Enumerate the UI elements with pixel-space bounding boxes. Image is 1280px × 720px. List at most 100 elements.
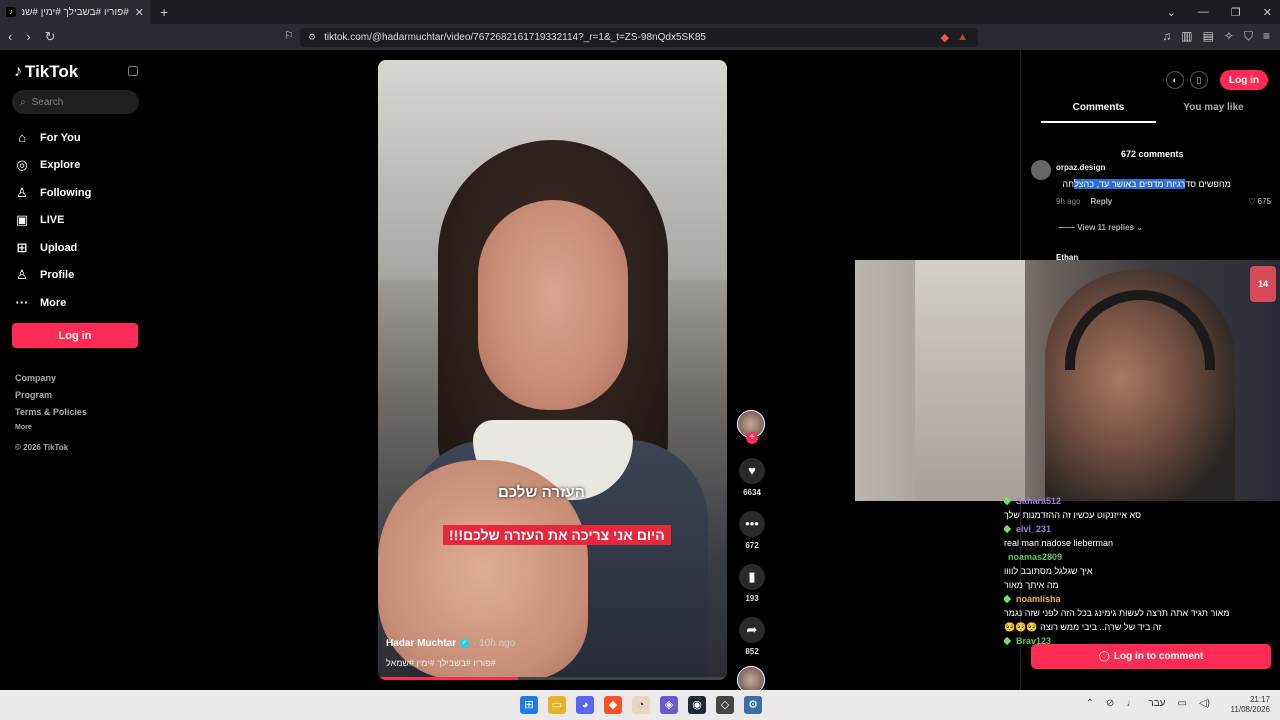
sidebar-item-explore[interactable]: ◎ Explore xyxy=(14,152,91,180)
sidebar-item-for-you[interactable]: ⌂ For You xyxy=(14,124,91,152)
video-hashtags[interactable]: #פוריו #בשבילך #ימין #שמאל xyxy=(386,658,496,668)
tab-list-icon[interactable]: ⌄ xyxy=(1167,6,1176,19)
video-player[interactable]: העזרה שלכם היום אני צריכה את העזרה שלכם!… xyxy=(378,60,727,680)
sidebar-login-button[interactable]: Log in xyxy=(12,323,138,348)
tab-you-may-like[interactable]: You may like xyxy=(1156,102,1271,123)
sidebar-item-live[interactable]: ▣ LIVE xyxy=(14,207,91,235)
video-progress-bar[interactable] xyxy=(378,677,727,680)
sidebar-icon[interactable]: ▥ xyxy=(1181,29,1192,44)
music-icon[interactable]: ♫ xyxy=(1162,29,1171,44)
commenter-name[interactable]: orpaz.design xyxy=(1056,163,1105,172)
mic-icon[interactable]: ♩ xyxy=(1126,698,1136,709)
reply-button[interactable]: Reply xyxy=(1090,197,1112,206)
footer-more-link[interactable]: More xyxy=(15,424,87,443)
volume-icon[interactable]: ◁) xyxy=(1199,698,1210,709)
language-indicator[interactable]: עבר xyxy=(1148,698,1165,709)
settings-icon[interactable]: ⚙ xyxy=(744,696,762,714)
sidebar-item-more[interactable]: ··· More xyxy=(14,289,91,317)
coins-icon[interactable]: ◐ xyxy=(1166,71,1184,89)
share-icon[interactable]: ➦ xyxy=(739,617,765,643)
collapse-sidebar-icon[interactable] xyxy=(128,66,138,76)
upload-icon: ⊞ xyxy=(16,239,28,255)
view-replies-label: View 11 replies ⌄ xyxy=(1077,223,1143,232)
commenter-avatar[interactable] xyxy=(1031,160,1051,180)
tab-title: #פוריו #בשבילך #ימין #שמאל| 🙂 |# xyxy=(22,6,129,18)
tray-expand-icon[interactable]: ⌃ xyxy=(1086,698,1094,709)
chat-username: noamlisha xyxy=(1016,594,1061,604)
sidebar-item-label: Explore xyxy=(40,159,81,172)
taskbar-clock[interactable]: 21:17 11/08/2026 xyxy=(1231,695,1270,715)
sidebar-item-upload[interactable]: ⊞ Upload xyxy=(14,234,91,262)
app2-icon[interactable]: ◈ xyxy=(660,696,678,714)
footer-terms-link[interactable]: Terms & Policies xyxy=(15,407,87,424)
taskbar-apps: ⊞ ▭ ◕ ◆ ◔ ◈ ◉ ◇ ⚙ xyxy=(520,696,762,714)
file-explorer-icon[interactable]: ▭ xyxy=(548,696,566,714)
app3-icon[interactable]: ◇ xyxy=(716,696,734,714)
video-author[interactable]: Hadar Muchtar ✓ · 10h ago xyxy=(386,638,515,649)
stream-chat: Sahara512 סא אייזנקוט עכשיו זה ההזדמנות … xyxy=(1004,496,1274,650)
following-icon: ♙ xyxy=(16,184,28,200)
header-login-button[interactable]: Log in xyxy=(1220,70,1268,90)
search-input[interactable]: ⌕ Search xyxy=(12,90,139,114)
chat-message: מאור תגיד אתה תרצה לעשות גימינג בכל הזה … xyxy=(1004,608,1230,618)
footer-program-link[interactable]: Program xyxy=(15,390,87,407)
follow-plus-icon[interactable]: + xyxy=(746,432,758,444)
close-window-icon[interactable]: ✕ xyxy=(1263,6,1272,19)
sidebar-item-label: Following xyxy=(40,186,92,199)
vpn-icon[interactable]: ⛉ xyxy=(1244,29,1253,44)
app-icon[interactable]: ◔ xyxy=(632,696,650,714)
sidebar-item-profile[interactable]: ♙ Profile xyxy=(14,262,91,290)
author-name[interactable]: Hadar Muchtar xyxy=(386,638,456,649)
chat-badge-icon xyxy=(1004,636,1012,646)
comment-like[interactable]: ♡ 675 xyxy=(1248,197,1271,206)
discord-icon[interactable]: ◕ xyxy=(576,696,594,714)
brave-icon[interactable]: ◆ xyxy=(604,696,622,714)
share-action[interactable]: ➦ 852 xyxy=(737,617,767,656)
comment-action[interactable]: ••• 672 xyxy=(737,511,767,550)
wallet-icon[interactable]: ▤ xyxy=(1203,29,1214,44)
brave-rewards-icon[interactable]: ▲ xyxy=(957,31,968,44)
profile-icon: ♙ xyxy=(16,267,28,283)
back-icon[interactable]: ‹ xyxy=(8,29,12,45)
chat-user-line: noamas2809 xyxy=(1004,552,1274,566)
clock-date: 11/08/2026 xyxy=(1230,705,1270,714)
tab-close-icon[interactable]: ✕ xyxy=(135,6,144,19)
browser-tab[interactable]: ♪ #פוריו #בשבילך #ימין #שמאל| 🙂 |# ✕ xyxy=(0,0,150,24)
minimize-icon[interactable]: — xyxy=(1198,6,1209,18)
bookmark-save-icon[interactable]: ▮ xyxy=(739,564,765,590)
chat-badge-icon xyxy=(1004,524,1012,534)
comment-text: מחפשים סדרגיות מדפים באושר עד, כהצלחה xyxy=(1062,179,1231,189)
tab-comments[interactable]: Comments xyxy=(1041,102,1156,123)
reload-icon[interactable]: ↻ xyxy=(45,29,56,45)
tiktok-logo[interactable]: ♪ TikTok xyxy=(14,62,78,82)
save-count: 193 xyxy=(745,594,759,603)
tiktok-favicon-icon: ♪ xyxy=(6,7,16,17)
bookmark-icon[interactable]: ⚐ xyxy=(284,29,294,42)
steam-icon[interactable]: ◉ xyxy=(688,696,706,714)
heart-icon[interactable]: ♥ xyxy=(739,458,765,484)
save-action[interactable]: ▮ 193 xyxy=(737,564,767,603)
forward-icon[interactable]: › xyxy=(26,29,30,45)
phone-icon[interactable]: ▯ xyxy=(1190,71,1208,89)
menu-icon[interactable]: ≡ xyxy=(1263,29,1270,44)
start-icon[interactable]: ⊞ xyxy=(520,696,538,714)
top-right-actions: ◐ ▯ Log in xyxy=(1166,70,1268,90)
maximize-icon[interactable]: ❐ xyxy=(1231,6,1241,19)
brave-shield-icon[interactable]: ◆ xyxy=(941,31,949,44)
site-info-icon[interactable]: ⚙ xyxy=(308,32,316,43)
like-action[interactable]: ♥ 6634 xyxy=(737,458,767,497)
sidebar-item-following[interactable]: ♙ Following xyxy=(14,179,91,207)
footer-company-link[interactable]: Company xyxy=(15,373,87,390)
chat-message: מה איתך מאור xyxy=(1004,580,1059,590)
window-controls: ⌄ — ❐ ✕ xyxy=(1167,0,1272,24)
new-tab-button[interactable]: + xyxy=(160,4,168,20)
network-icon[interactable]: ⊘ xyxy=(1106,698,1114,709)
verified-icon: ✓ xyxy=(460,639,470,648)
leo-icon[interactable]: ✧ xyxy=(1224,29,1234,44)
comment-icon[interactable]: ••• xyxy=(739,511,765,537)
address-bar[interactable]: ⚙ tiktok.com/@hadarmuchtar/video/7672682… xyxy=(300,28,978,47)
display-icon[interactable]: ▭ xyxy=(1178,698,1187,709)
comment-count: 672 xyxy=(745,541,759,550)
view-replies-button[interactable]: —— View 11 replies ⌄ xyxy=(1059,223,1143,232)
comment-text-part: חה xyxy=(1062,179,1075,189)
